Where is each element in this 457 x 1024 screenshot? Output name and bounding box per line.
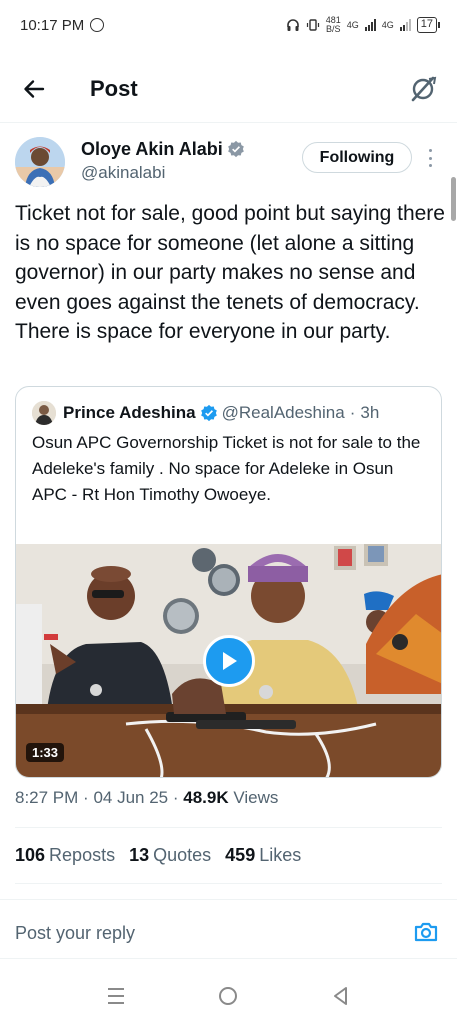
reposts-label: Reposts [49, 845, 116, 865]
quoted-post-header: Prince Adeshina @RealAdeshina · 3h [32, 401, 379, 425]
quoted-post[interactable]: Prince Adeshina @RealAdeshina · 3h Osun … [15, 386, 442, 778]
verified-badge-icon [227, 140, 244, 158]
reposts-count: 106 [15, 845, 46, 865]
back-triangle-icon [333, 987, 347, 1005]
likes-label: Likes [259, 845, 302, 865]
quotes-stat[interactable]: 13 Quotes [129, 845, 211, 866]
home-button[interactable] [214, 982, 242, 1010]
status-time: 10:17 PM [20, 16, 85, 34]
status-indicators: 481 B/S 4G 4G 17 [286, 16, 441, 34]
system-nav-bar [0, 968, 457, 1024]
arrow-left-icon[interactable] [20, 75, 48, 103]
post-meta: 8:27 PM · 04 Jun 25 · 48.9K Views [15, 788, 278, 808]
signal-bars-icon [399, 19, 411, 31]
play-icon [223, 652, 237, 670]
author-name[interactable]: Oloye Akin Alabi [81, 139, 245, 160]
separator-dot: · [172, 788, 184, 807]
post-date: 04 Jun 25 [93, 788, 169, 807]
likes-stat[interactable]: 459 Likes [225, 845, 301, 866]
avatar[interactable] [15, 137, 65, 187]
author-name-text: Oloye Akin Alabi [81, 139, 223, 159]
quoted-avatar [32, 401, 56, 425]
post-author: Oloye Akin Alabi @akinalabi Following [15, 137, 445, 189]
whatsapp-icon [90, 18, 105, 32]
quoted-author-name: Prince Adeshina [63, 403, 196, 422]
stats-divider [15, 883, 442, 884]
back-button[interactable] [327, 982, 355, 1010]
header-divider [0, 122, 457, 123]
signal-bars-icon [364, 19, 376, 31]
author-handle[interactable]: @akinalabi [81, 163, 165, 183]
meta-divider [15, 827, 442, 828]
recents-button[interactable] [102, 982, 130, 1010]
reply-bottom-divider [0, 958, 457, 959]
post-time: 8:27 PM [15, 788, 79, 807]
page-title: Post [90, 76, 138, 101]
separator-dot: · [83, 788, 94, 807]
net-speed: 481 B/S [326, 16, 341, 34]
vibrate-icon [306, 19, 319, 31]
menu-lines-icon [108, 988, 125, 1004]
reply-bar [0, 900, 457, 962]
views-label[interactable]: Views [233, 788, 278, 807]
network-1-label: 4G [346, 19, 359, 30]
headphones-icon [286, 19, 299, 31]
home-circle-icon [219, 987, 238, 1005]
grok-icon[interactable] [409, 75, 437, 103]
quoted-post-text: Osun APC Governorship Ticket is not for … [32, 433, 421, 504]
more-options-icon[interactable] [427, 149, 433, 167]
quoted-author-handle: @RealAdeshina [221, 403, 345, 422]
post-text: Ticket not for sale, good point but sayi… [15, 202, 445, 344]
reposts-stat[interactable]: 106 Reposts [15, 845, 115, 866]
engagement-stats: 106 Reposts 13 Quotes 459 Likes [15, 845, 301, 866]
likes-count: 459 [225, 845, 256, 865]
quotes-label: Quotes [153, 845, 212, 865]
play-button[interactable] [203, 635, 255, 687]
quoted-post-age: 3h [360, 403, 380, 422]
net-speed-unit: B/S [325, 24, 341, 34]
video-duration: 1:33 [26, 743, 65, 762]
video-player[interactable]: 1:33 [16, 544, 441, 777]
reply-input[interactable] [15, 920, 395, 946]
top-app-bar: Post [0, 60, 457, 118]
verified-badge-icon [200, 404, 217, 422]
following-button[interactable]: Following [302, 142, 412, 173]
camera-icon[interactable] [413, 920, 439, 944]
separator-dot: · [349, 403, 356, 422]
status-bar: 10:17 PM 481 B/S 4G 4G 17 [0, 0, 457, 50]
quotes-count: 13 [129, 845, 150, 865]
views-count: 48.9K [183, 788, 229, 807]
battery-icon: 17 [416, 17, 441, 33]
network-2-label: 4G [381, 19, 394, 30]
scrollbar[interactable] [451, 177, 456, 221]
